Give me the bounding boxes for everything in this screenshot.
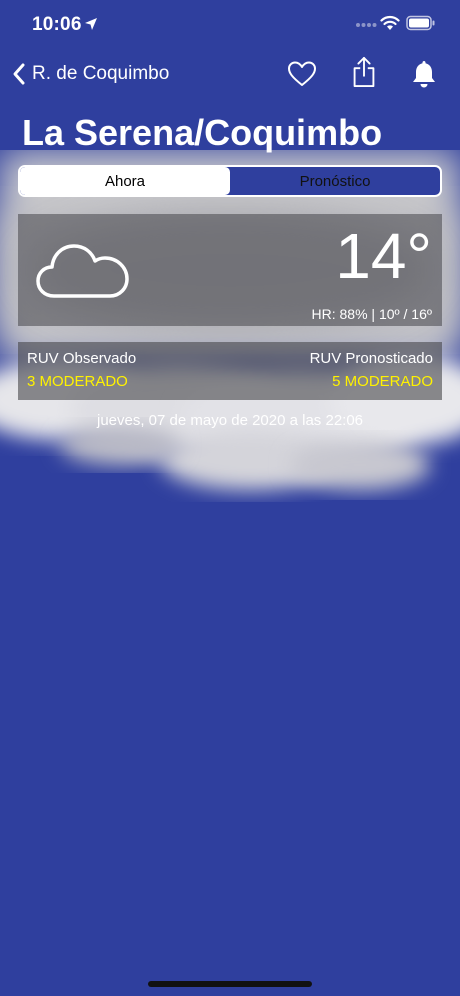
battery-icon bbox=[406, 15, 435, 31]
tab-pronostico[interactable]: Pronóstico bbox=[230, 167, 440, 195]
city-title: La Serena/Coquimbo bbox=[22, 112, 383, 153]
chevron-left-icon bbox=[13, 63, 25, 85]
status-bar: 10:06 bbox=[0, 0, 460, 50]
uv-observed-value: 3 MODERADO bbox=[27, 373, 128, 390]
uv-index-card: RUV Observado 3 MODERADO RUV Pronosticad… bbox=[18, 342, 442, 400]
uv-observed-label: RUV Observado bbox=[27, 350, 137, 367]
back-button[interactable]: R. de Coquimbo bbox=[12, 60, 169, 88]
nav-bar: R. de Coquimbo bbox=[0, 52, 460, 96]
uv-observed: RUV Observado 3 MODERADO bbox=[27, 350, 136, 390]
tab-segmented-control: Ahora Pronóstico bbox=[18, 165, 442, 197]
temperature-value: 14° bbox=[335, 220, 432, 292]
cloud-background bbox=[0, 150, 460, 490]
status-time: 10:06 bbox=[32, 14, 82, 35]
heart-icon[interactable] bbox=[286, 58, 318, 90]
share-icon[interactable] bbox=[348, 56, 380, 88]
wifi-icon bbox=[380, 15, 400, 30]
cloud-icon bbox=[36, 244, 129, 298]
update-timestamp: jueves, 07 de mayo de 2020 a las 22:06 bbox=[96, 412, 364, 429]
tab-ahora[interactable]: Ahora bbox=[20, 167, 230, 195]
uv-forecast-value: 5 MODERADO bbox=[332, 373, 433, 390]
signal-dots-icon bbox=[356, 23, 377, 27]
current-weather-card: 14° HR: 88% | 10º / 16º bbox=[18, 214, 442, 326]
home-indicator[interactable] bbox=[148, 981, 312, 987]
location-arrow-icon bbox=[85, 18, 97, 30]
humidity-minmax: HR: 88% | 10º / 16º bbox=[311, 306, 432, 322]
back-label: R. de Coquimbo bbox=[32, 63, 170, 84]
uv-forecast: RUV Pronosticado 5 MODERADO bbox=[310, 350, 433, 390]
uv-forecast-label: RUV Pronosticado bbox=[309, 350, 433, 367]
bell-icon[interactable] bbox=[408, 58, 440, 90]
